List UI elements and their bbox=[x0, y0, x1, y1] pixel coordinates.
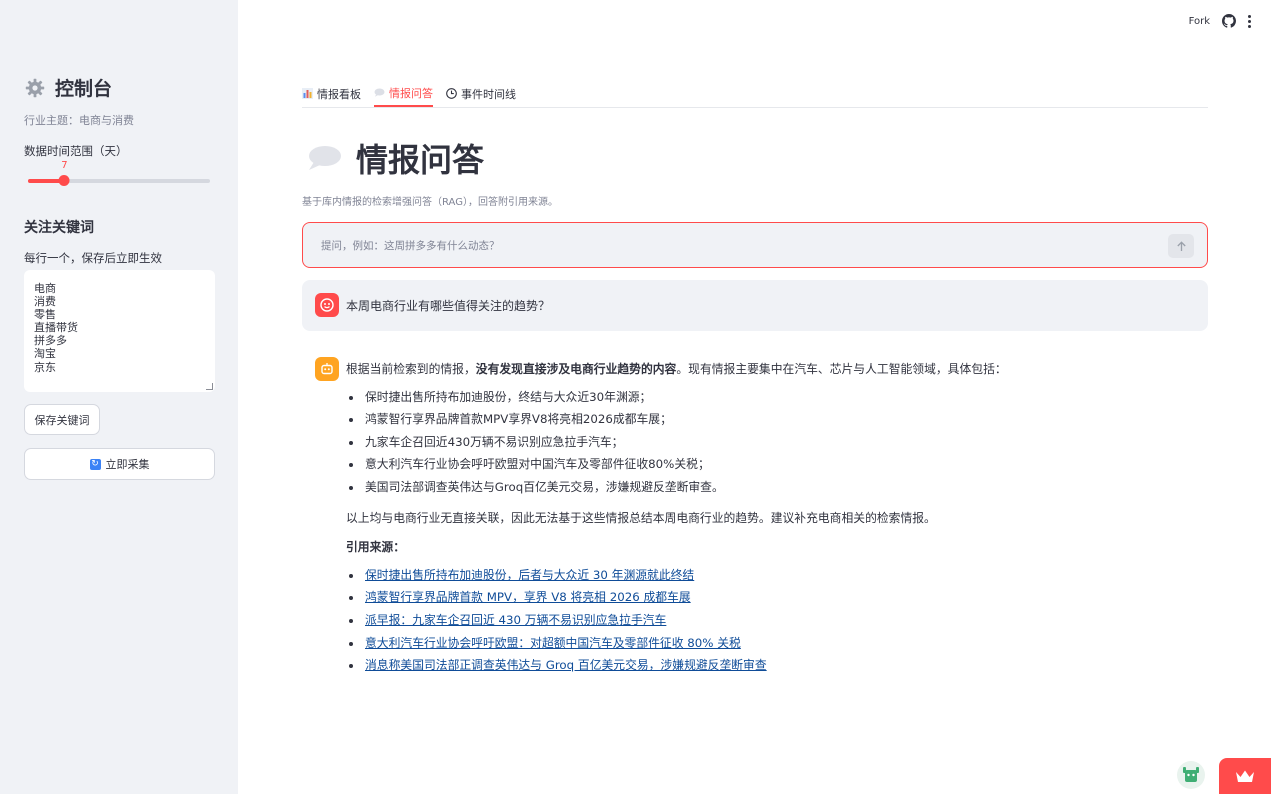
robot-icon bbox=[321, 363, 333, 375]
findings-list: 保时捷出售所持布加迪股份，终结与大众近30年渊源； 鸿蒙智行享界品牌首款MPV享… bbox=[346, 386, 1196, 499]
user-avatar-icon bbox=[315, 293, 339, 317]
list-item: 保时捷出售所持布加迪股份，终结与大众近30年渊源； bbox=[346, 386, 1196, 409]
assistant-conclusion: 以上均与电商行业无直接关联，因此无法基于这些情报总结本周电商行业的趋势。建议补充… bbox=[346, 510, 936, 525]
source-link[interactable]: 意大利汽车行业协会呼吁欧盟：对超额中国汽车及零部件征收 80% 关税 bbox=[365, 636, 741, 650]
list-item: 鸿蒙智行享界品牌首款MPV享界V8将亮相2026成都车展； bbox=[346, 408, 1196, 431]
tab-timeline[interactable]: 事件时间线 bbox=[446, 80, 516, 107]
tab-qa-label: 情报问答 bbox=[389, 86, 433, 100]
sidebar-title-text: 控制台 bbox=[55, 78, 113, 100]
crown-badge[interactable] bbox=[1219, 758, 1271, 794]
tab-dashboard-label: 情报看板 bbox=[317, 87, 361, 101]
speech-bubble-icon bbox=[309, 146, 341, 170]
source-item: 消息称美国司法部正调查英伟达与 Groq 百亿美元交易，涉嫌规避反垄断审查 bbox=[346, 654, 1196, 677]
time-range-slider[interactable]: 7 bbox=[28, 160, 210, 190]
source-item: 派早报：九家车企召回近 430 万辆不易识别应急拉手汽车 bbox=[346, 609, 1196, 632]
keyword-line: 京东 bbox=[34, 360, 56, 374]
source-link[interactable]: 保时捷出售所持布加迪股份，后者与大众近 30 年渊源就此终结 bbox=[365, 568, 694, 582]
gear-icon bbox=[25, 78, 45, 97]
collect-now-label: 立即采集 bbox=[105, 458, 150, 471]
slider-thumb[interactable] bbox=[58, 175, 70, 186]
send-button[interactable] bbox=[1168, 234, 1194, 258]
keyword-line: 消费 bbox=[34, 295, 56, 309]
page-title: 情报问答 bbox=[306, 135, 484, 181]
keywords-hint: 每行一个，保存后立即生效 bbox=[24, 251, 162, 265]
user-message-text: 本周电商行业有哪些值得关注的趋势？ bbox=[346, 299, 551, 313]
industry-topic: 行业主题：电商与消费 bbox=[24, 114, 134, 127]
chat-input[interactable]: 提问，例如：这周拼多多有什么动态？ bbox=[302, 222, 1208, 268]
intro-bold: 没有发现直接涉及电商行业趋势的内容 bbox=[475, 362, 677, 376]
assistant-message-content: 根据当前检索到的情报，没有发现直接涉及电商行业趋势的内容。现有情报主要集中在汽车… bbox=[346, 358, 1196, 677]
face-icon bbox=[320, 298, 334, 312]
source-item: 鸿蒙智行享界品牌首款 MPV，享界 V8 将亮相 2026 成都车展 bbox=[346, 586, 1196, 609]
top-toolbar: Fork bbox=[1189, 14, 1251, 28]
kebab-menu-icon[interactable] bbox=[1248, 14, 1251, 28]
fork-link[interactable]: Fork bbox=[1189, 16, 1210, 27]
bar-chart-icon bbox=[302, 88, 313, 99]
source-link[interactable]: 派早报：九家车企召回近 430 万辆不易识别应急拉手汽车 bbox=[365, 613, 666, 627]
sources-list: 保时捷出售所持布加迪股份，后者与大众近 30 年渊源就此终结 鸿蒙智行享界品牌首… bbox=[346, 564, 1196, 677]
assistant-intro: 根据当前检索到的情报，没有发现直接涉及电商行业趋势的内容。现有情报主要集中在汽车… bbox=[346, 358, 1196, 381]
page-title-text: 情报问答 bbox=[356, 141, 485, 179]
list-item: 美国司法部调查英伟达与Groq百亿美元交易，涉嫌规避反垄断审查。 bbox=[346, 476, 1196, 499]
sidebar: 控制台 行业主题：电商与消费 数据时间范围（天） 7 关注关键词 每行一个，保存… bbox=[0, 0, 238, 794]
list-item: 九家车企召回近430万辆不易识别应急拉手汽车； bbox=[346, 431, 1196, 454]
mascot-icon[interactable] bbox=[1176, 760, 1206, 790]
chat-input-placeholder: 提问，例如：这周拼多多有什么动态？ bbox=[321, 240, 500, 252]
keyword-line: 电商 bbox=[34, 282, 56, 295]
crown-icon bbox=[1236, 770, 1254, 782]
tab-bar: 情报看板 情报问答 事件时间线 bbox=[302, 80, 1208, 108]
sidebar-title: 控制台 bbox=[25, 74, 112, 101]
keyword-line: 直播带货 bbox=[34, 321, 78, 335]
slider-value: 7 bbox=[61, 160, 68, 171]
github-icon[interactable] bbox=[1222, 14, 1236, 28]
resize-handle[interactable] bbox=[206, 383, 213, 390]
keywords-textarea[interactable]: 电商 消费 零售 直播带货 拼多多 淘宝 京东 bbox=[24, 270, 215, 392]
keyword-line: 零售 bbox=[34, 308, 56, 322]
user-message: 本周电商行业有哪些值得关注的趋势？ bbox=[302, 280, 1208, 331]
source-item: 保时捷出售所持布加迪股份，后者与大众近 30 年渊源就此终结 bbox=[346, 564, 1196, 587]
tab-dashboard[interactable]: 情报看板 bbox=[302, 80, 361, 107]
intro-pre: 根据当前检索到的情报， bbox=[346, 362, 476, 376]
collect-now-button[interactable]: ↻ 立即采集 bbox=[24, 448, 215, 480]
time-range-label: 数据时间范围（天） bbox=[24, 144, 128, 158]
keyword-line: 淘宝 bbox=[34, 347, 56, 361]
sources-heading: 引用来源： bbox=[346, 540, 405, 555]
source-item: 意大利汽车行业协会呼吁欧盟：对超额中国汽车及零部件征收 80% 关税 bbox=[346, 632, 1196, 655]
save-keywords-label: 保存关键词 bbox=[34, 413, 90, 427]
source-link[interactable]: 鸿蒙智行享界品牌首款 MPV，享界 V8 将亮相 2026 成都车展 bbox=[365, 590, 691, 604]
arrow-up-icon bbox=[1176, 240, 1186, 251]
tab-qa[interactable]: 情报问答 bbox=[374, 80, 433, 107]
tab-timeline-label: 事件时间线 bbox=[461, 87, 516, 101]
page-caption: 基于库内情报的检索增强问答（RAG），回答附引用来源。 bbox=[302, 197, 558, 208]
assistant-avatar-icon bbox=[315, 357, 339, 381]
intro-post: 。现有情报主要集中在汽车、芯片与人工智能领域，具体包括： bbox=[676, 362, 1007, 376]
clock-icon bbox=[446, 88, 457, 99]
keyword-line: 拼多多 bbox=[34, 334, 67, 348]
list-item: 意大利汽车行业协会呼吁欧盟对中国汽车及零部件征收80%关税； bbox=[346, 453, 1196, 476]
refresh-icon: ↻ bbox=[89, 458, 101, 470]
keywords-heading: 关注关键词 bbox=[24, 220, 94, 236]
speech-bubble-icon bbox=[374, 88, 385, 97]
save-keywords-button[interactable]: 保存关键词 bbox=[24, 404, 100, 435]
source-link[interactable]: 消息称美国司法部正调查英伟达与 Groq 百亿美元交易，涉嫌规避反垄断审查 bbox=[365, 658, 767, 672]
